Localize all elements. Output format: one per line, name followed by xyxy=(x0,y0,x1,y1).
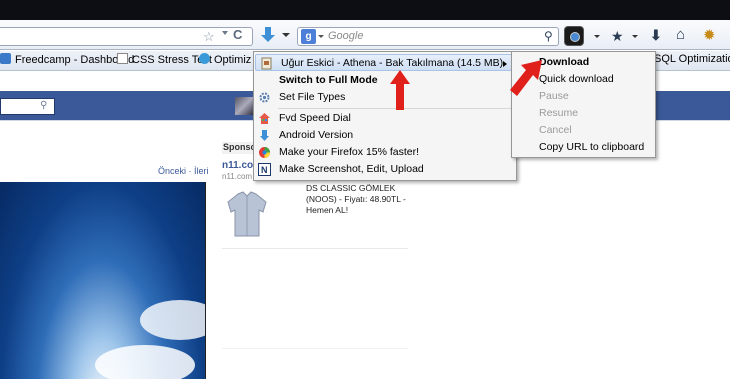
photo-cloud xyxy=(140,300,220,340)
search-placeholder: Google xyxy=(328,30,364,42)
annotation-arrow-diagonal xyxy=(510,60,542,96)
avatar[interactable] xyxy=(235,97,253,115)
menu-item-firefox-faster[interactable]: Make your Firefox 15% faster! xyxy=(254,144,516,161)
menu-item-download-file[interactable]: Uğur Eskici - Athena - Bak Takılmana (14… xyxy=(255,54,515,71)
screenshot-icon: N xyxy=(258,163,271,176)
annotation-arrow-up xyxy=(390,70,410,110)
search-engine-icon[interactable]: g xyxy=(301,29,316,44)
menu-item-make-screenshot[interactable]: N Make Screenshot, Edit, Upload xyxy=(254,161,516,178)
bookmarks-dropdown-icon[interactable] xyxy=(632,35,638,38)
download-context-menu: Uğur Eskici - Athena - Bak Takılmana (14… xyxy=(253,51,517,181)
speed-dial-icon xyxy=(259,113,270,124)
submenu-resume: Resume xyxy=(539,107,579,119)
bookmarks-menu-icon[interactable]: ★ xyxy=(611,28,624,45)
page-favicon-icon xyxy=(117,53,128,64)
ad-divider xyxy=(222,348,408,349)
search-icon[interactable]: ⚲ xyxy=(544,29,553,43)
menu-item-switch-full-mode[interactable]: Switch to Full Mode xyxy=(254,72,516,89)
photo-cloud xyxy=(95,345,195,379)
menu-item-set-file-types[interactable]: Set File Types xyxy=(254,89,516,106)
ad-description[interactable]: DS CLASSIC GÖMLEK (NOOS) - Fiyatı: 48.90… xyxy=(306,183,416,216)
svg-text:N: N xyxy=(261,165,268,175)
bookmark-sql-optimization[interactable]: SQL Optimization xyxy=(654,53,730,65)
prev-next-links[interactable]: Önceki · İleri xyxy=(158,166,209,176)
screenshot-tool-icon[interactable] xyxy=(564,26,584,46)
home-icon[interactable]: ⌂ xyxy=(676,26,685,43)
ad-divider xyxy=(222,248,408,249)
photo-border xyxy=(205,182,206,379)
screenshot-dropdown-icon[interactable] xyxy=(594,35,600,38)
freedcamp-favicon-icon xyxy=(0,53,11,64)
bookmark-css-stress-test[interactable]: CSS Stress Test xyxy=(117,53,212,66)
menu-item-fvd-speed-dial[interactable]: Fvd Speed Dial xyxy=(254,110,516,127)
site-search-icon[interactable]: ⚲ xyxy=(40,100,47,111)
speed-icon xyxy=(259,147,270,158)
ad-url[interactable]: n11.com xyxy=(222,172,252,181)
search-engine-dropdown-icon[interactable] xyxy=(318,35,324,38)
bookmark-freedcamp[interactable]: Freedcamp - Dashboard xyxy=(0,53,134,66)
download-arrow-icon xyxy=(265,27,271,35)
download-manager-button[interactable] xyxy=(260,25,276,45)
window-top-strip xyxy=(0,0,730,20)
submenu-arrow-icon xyxy=(503,61,507,67)
downloads-icon[interactable]: ⬇ xyxy=(650,27,662,44)
ad-title[interactable]: n11.co xyxy=(222,160,253,171)
submenu-cancel: Cancel xyxy=(539,124,572,136)
android-icon xyxy=(260,130,269,141)
gear-icon xyxy=(259,92,270,103)
bookmark-optimiz[interactable]: Optimiz xyxy=(199,53,251,66)
shirt-product-image[interactable] xyxy=(226,190,268,238)
download-menu-dropdown-icon[interactable] xyxy=(282,33,290,37)
optimiz-favicon-icon xyxy=(199,53,210,64)
menu-item-android-version[interactable]: Android Version xyxy=(254,127,516,144)
submenu-copy-url[interactable]: Copy URL to clipboard xyxy=(512,139,655,156)
addon-gear-icon[interactable]: ✹ xyxy=(703,26,716,44)
reload-icon[interactable]: C xyxy=(233,27,242,42)
file-icon xyxy=(261,57,272,70)
url-history-dropdown-icon[interactable] xyxy=(222,31,228,35)
url-bar[interactable] xyxy=(0,27,253,46)
bookmark-star-icon[interactable]: ☆ xyxy=(203,29,215,45)
